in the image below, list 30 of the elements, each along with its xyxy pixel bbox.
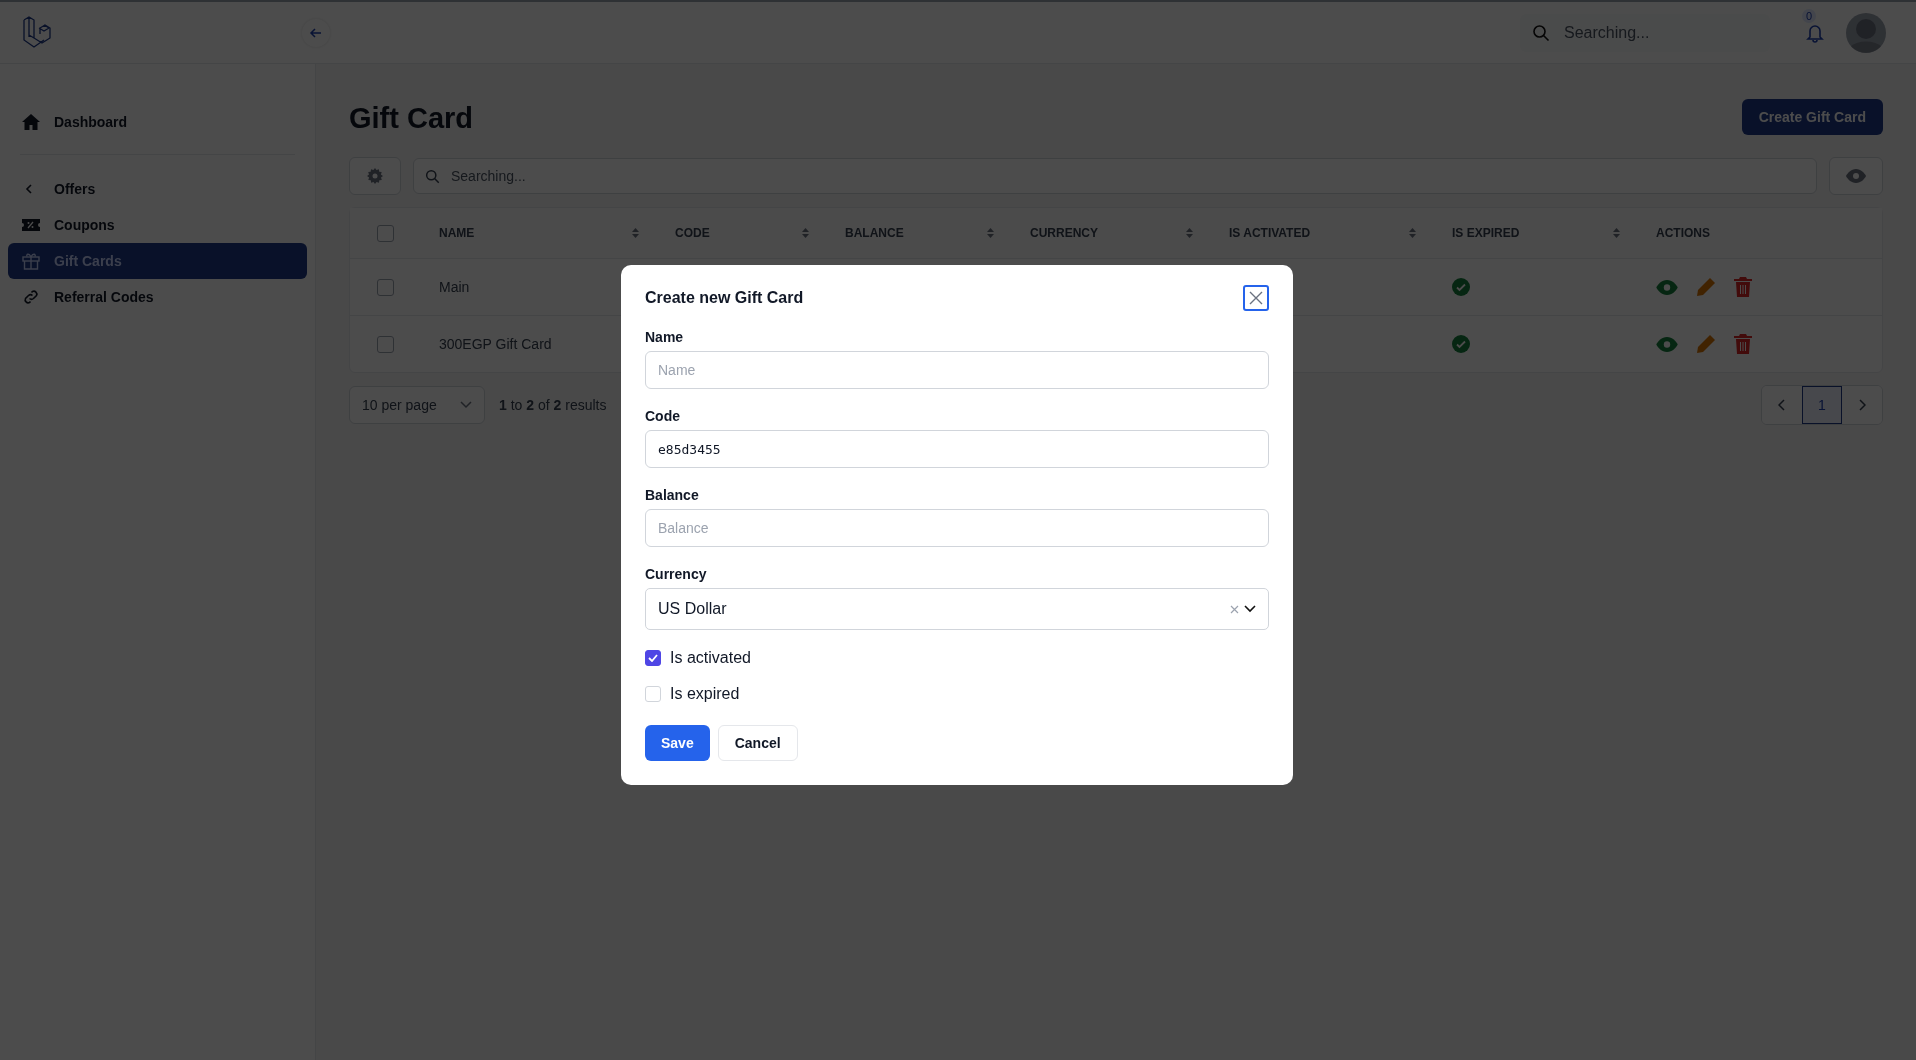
page-title: Gift Card xyxy=(349,102,474,135)
chevron-down-icon[interactable] xyxy=(1244,605,1256,613)
field-label: Code xyxy=(645,408,681,424)
column-header: NAME xyxy=(439,226,475,240)
results-summary: 1 to 2 of 2 results xyxy=(499,397,607,413)
checkbox[interactable] xyxy=(645,650,661,666)
input-field[interactable]: Name xyxy=(645,351,1269,389)
field-label: Name xyxy=(645,329,685,345)
close-icon xyxy=(1248,290,1264,306)
checkbox-label: Is activated xyxy=(670,649,751,667)
column-header: CURRENCY xyxy=(1030,226,1098,240)
save-button[interactable]: Save xyxy=(645,725,710,761)
checkbox-label: Is expired xyxy=(670,685,740,703)
cancel-button[interactable]: Cancel xyxy=(717,725,798,761)
close-button[interactable] xyxy=(1243,285,1269,311)
table-cell: 300EGP Gift Card xyxy=(439,336,552,352)
column-header: BALANCE xyxy=(845,226,904,240)
column-header: ACTIONS xyxy=(1656,226,1710,240)
clear-icon[interactable] xyxy=(1230,604,1239,614)
column-header: IS ACTIVATED xyxy=(1229,226,1311,240)
field-label: Currency xyxy=(645,566,708,582)
field-label: Balance xyxy=(645,487,700,503)
column-header: CODE xyxy=(675,226,710,240)
column-header: IS EXPIRED xyxy=(1452,226,1520,240)
modal-title: Create new Gift Card xyxy=(645,289,804,307)
table-cell: Main xyxy=(439,279,470,295)
input-field[interactable]: e85d3455 xyxy=(645,430,1269,468)
currency-select[interactable]: US Dollar xyxy=(645,588,1269,630)
checkmark-icon xyxy=(648,654,658,662)
input-field[interactable]: Balance xyxy=(645,509,1269,547)
